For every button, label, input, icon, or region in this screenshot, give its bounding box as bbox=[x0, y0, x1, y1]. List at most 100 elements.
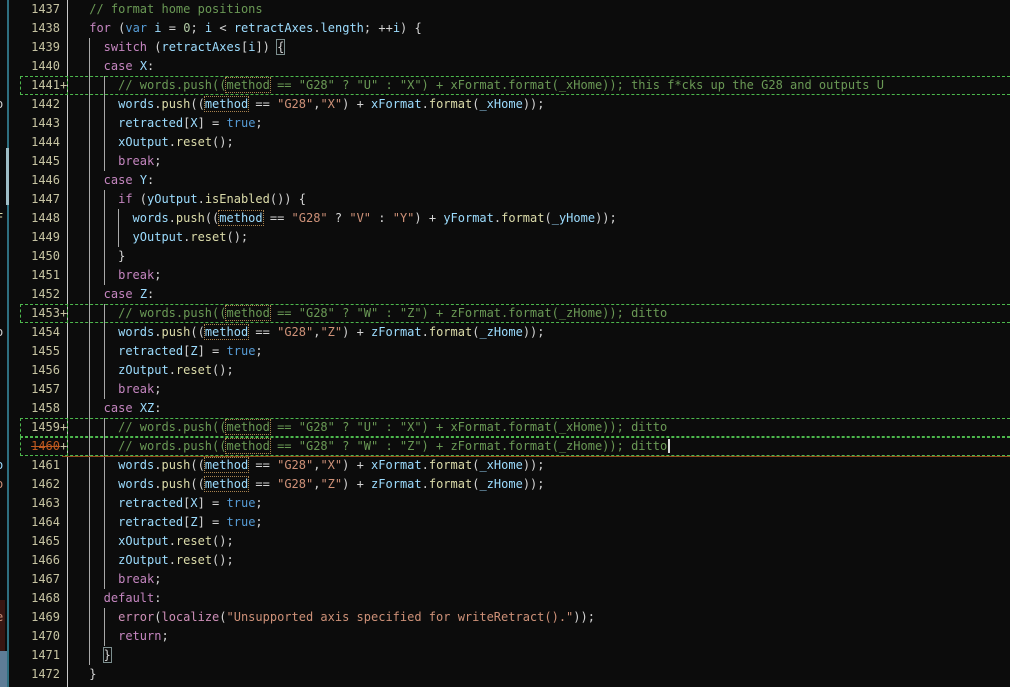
code-line[interactable]: 1446 case Y: bbox=[0, 171, 1010, 190]
code-text[interactable]: // format home positions bbox=[67, 0, 262, 19]
code-text[interactable]: break; bbox=[67, 570, 161, 589]
code-line[interactable]: 1453 + // words.push((method == "G28" ? "… bbox=[0, 304, 1010, 323]
line-number[interactable]: 1449 bbox=[20, 228, 67, 247]
code-text[interactable]: // words.push((method == "G28" ? "W" : "… bbox=[67, 304, 667, 323]
line-number[interactable]: 1439 bbox=[20, 38, 67, 57]
code-line[interactable]: 1457 break; bbox=[0, 380, 1010, 399]
code-line[interactable]: 1447 if (yOutput.isEnabled()) { bbox=[0, 190, 1010, 209]
code-text[interactable]: // words.push((method == "G28" ? "U" : "… bbox=[67, 418, 667, 437]
code-text[interactable]: break; bbox=[67, 152, 161, 171]
code-text[interactable]: switch (retractAxes[i]) { bbox=[67, 38, 286, 57]
code-line[interactable]: 1455 retracted[Z] = true; bbox=[0, 342, 1010, 361]
code-text[interactable]: } bbox=[67, 646, 112, 665]
line-number[interactable]: 1457 bbox=[20, 380, 67, 399]
code-line[interactable]: 1440 case X: bbox=[0, 57, 1010, 76]
code-line[interactable]: 1471 } bbox=[0, 646, 1010, 665]
line-number[interactable]: 1465 bbox=[20, 532, 67, 551]
code-line[interactable]: 1454 words.push((method == "G28","Z") + … bbox=[0, 323, 1010, 342]
code-text[interactable]: case X: bbox=[67, 57, 154, 76]
code-line[interactable]: 1458 case XZ: bbox=[0, 399, 1010, 418]
code-text[interactable]: retracted[Z] = true; bbox=[67, 513, 263, 532]
line-number[interactable]: 1444 bbox=[20, 133, 67, 152]
line-number[interactable]: 1467 bbox=[20, 570, 67, 589]
code-text[interactable]: for (var i = 0; i < retractAxes.length; … bbox=[67, 19, 422, 38]
code-line[interactable]: 1438 for (var i = 0; i < retractAxes.len… bbox=[0, 19, 1010, 38]
code-line[interactable]: 1464 retracted[Z] = true; bbox=[0, 513, 1010, 532]
code-text[interactable]: words.push((method == "G28","X") + xForm… bbox=[67, 456, 545, 475]
line-number[interactable]: 1464 bbox=[20, 513, 67, 532]
code-line[interactable]: 1450 } bbox=[0, 247, 1010, 266]
code-line[interactable]: 1451 break; bbox=[0, 266, 1010, 285]
line-number[interactable]: 1445 bbox=[20, 152, 67, 171]
line-number[interactable]: 1453 + bbox=[20, 304, 68, 323]
code-line[interactable]: 1467 break; bbox=[0, 570, 1010, 589]
code-line[interactable]: 1465 xOutput.reset(); bbox=[0, 532, 1010, 551]
code-text[interactable]: } bbox=[67, 665, 96, 684]
code-text[interactable]: break; bbox=[67, 266, 161, 285]
code-text[interactable]: xOutput.reset(); bbox=[67, 532, 234, 551]
code-text[interactable]: yOutput.reset(); bbox=[67, 228, 248, 247]
line-number[interactable]: 1448 bbox=[20, 209, 67, 228]
code-line[interactable]: 1461 words.push((method == "G28","X") + … bbox=[0, 456, 1010, 475]
line-number[interactable]: 1468 bbox=[20, 589, 67, 608]
code-line[interactable]: 1437 // format home positions bbox=[0, 0, 1010, 19]
code-line[interactable]: 1441 + // words.push((method == "G28" ? "… bbox=[0, 76, 1010, 95]
line-number[interactable]: 1438 bbox=[20, 19, 67, 38]
line-number[interactable]: 1463 bbox=[20, 494, 67, 513]
code-text[interactable]: words.push((method == "G28","Z") + zForm… bbox=[67, 475, 545, 494]
line-number[interactable]: 1466 bbox=[20, 551, 67, 570]
scrollbar-thumb[interactable] bbox=[6, 148, 9, 205]
code-line[interactable]: 1456 zOutput.reset(); bbox=[0, 361, 1010, 380]
line-number[interactable]: 1452 bbox=[20, 285, 67, 304]
code-text[interactable]: return; bbox=[67, 627, 169, 646]
code-line[interactable]: 1452 case Z: bbox=[0, 285, 1010, 304]
code-line[interactable]: 1439 switch (retractAxes[i]) { bbox=[0, 38, 1010, 57]
line-number[interactable]: 1462 bbox=[20, 475, 67, 494]
line-number[interactable]: 1451 bbox=[20, 266, 67, 285]
line-number[interactable]: 1459 + bbox=[20, 418, 68, 437]
code-line[interactable]: 1443 retracted[X] = true; bbox=[0, 114, 1010, 133]
line-number[interactable]: 1469 bbox=[20, 608, 67, 627]
code-text[interactable]: } bbox=[67, 247, 125, 266]
code-text[interactable]: words.push((method == "G28" ? "V" : "Y")… bbox=[67, 209, 617, 228]
code-line[interactable]: 1459 + // words.push((method == "G28" ? "… bbox=[0, 418, 1010, 437]
line-number[interactable]: 1472 bbox=[20, 665, 67, 684]
code-text[interactable]: words.push((method == "G28","X") + xForm… bbox=[67, 95, 545, 114]
code-line[interactable]: 1468 default: bbox=[0, 589, 1010, 608]
line-number[interactable]: 1447 bbox=[20, 190, 67, 209]
line-number[interactable]: 1460 + bbox=[20, 437, 68, 456]
code-line[interactable]: 1444 xOutput.reset(); bbox=[0, 133, 1010, 152]
line-number[interactable]: 1443 bbox=[20, 114, 67, 133]
code-text[interactable]: default: bbox=[67, 589, 161, 608]
code-text[interactable]: zOutput.reset(); bbox=[67, 551, 234, 570]
code-line[interactable]: 1460 + // words.push((method == "G28" ? "… bbox=[0, 437, 1010, 457]
code-text[interactable]: case Y: bbox=[67, 171, 154, 190]
code-text[interactable]: // words.push((method == "G28" ? "W" : "… bbox=[67, 437, 671, 456]
line-number[interactable]: 1446 bbox=[20, 171, 67, 190]
line-number[interactable]: 1437 bbox=[20, 0, 67, 19]
line-number[interactable]: 1455 bbox=[20, 342, 67, 361]
line-number[interactable]: 1454 bbox=[20, 323, 67, 342]
code-text[interactable]: // words.push((method == "G28" ? "U" : "… bbox=[67, 76, 884, 95]
code-line[interactable]: 1442 words.push((method == "G28","X") + … bbox=[0, 95, 1010, 114]
code-text[interactable]: xOutput.reset(); bbox=[67, 133, 234, 152]
line-number[interactable]: 1442 bbox=[20, 95, 67, 114]
code-text[interactable]: if (yOutput.isEnabled()) { bbox=[67, 190, 306, 209]
code-text[interactable]: break; bbox=[67, 380, 161, 399]
line-number[interactable]: 1440 bbox=[20, 57, 67, 76]
code-text[interactable]: case XZ: bbox=[67, 399, 162, 418]
code-line[interactable]: 1463 retracted[X] = true; bbox=[0, 494, 1010, 513]
code-line[interactable]: 1472 } bbox=[0, 665, 1010, 684]
line-number[interactable]: 1461 bbox=[20, 456, 67, 475]
code-line[interactable]: 1469 error(localize("Unsupported axis sp… bbox=[0, 608, 1010, 627]
line-number[interactable]: 1441 + bbox=[20, 76, 68, 95]
code-text[interactable]: retracted[X] = true; bbox=[67, 494, 263, 513]
line-number[interactable]: 1456 bbox=[20, 361, 67, 380]
code-text[interactable]: retracted[Z] = true; bbox=[67, 342, 263, 361]
code-line[interactable]: 1462 words.push((method == "G28","Z") + … bbox=[0, 475, 1010, 494]
code-text[interactable]: case Z: bbox=[67, 285, 154, 304]
code-text[interactable]: words.push((method == "G28","Z") + zForm… bbox=[67, 323, 545, 342]
code-line[interactable]: 1466 zOutput.reset(); bbox=[0, 551, 1010, 570]
line-number[interactable]: 1471 bbox=[20, 646, 67, 665]
code-line[interactable]: 1470 return; bbox=[0, 627, 1010, 646]
